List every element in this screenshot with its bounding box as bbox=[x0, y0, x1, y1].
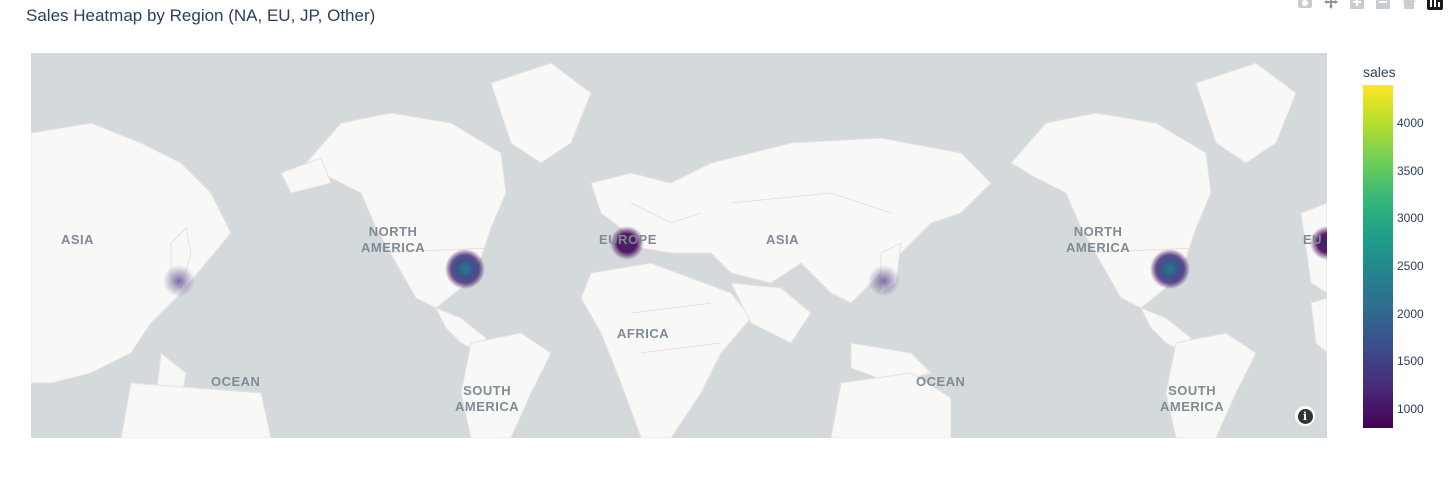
info-button[interactable]: i bbox=[1295, 406, 1315, 426]
zoom-in-icon[interactable] bbox=[1349, 0, 1365, 10]
camera-icon[interactable] bbox=[1297, 0, 1313, 10]
heat-point-na bbox=[445, 249, 485, 289]
map-label-asia-right: ASIA bbox=[766, 232, 800, 247]
colorbar-tick-label: 3500 bbox=[1397, 163, 1424, 178]
map-label-north-america-right: NORTH AMERICA bbox=[1066, 224, 1131, 255]
home-icon[interactable] bbox=[1401, 0, 1417, 10]
zoom-out-icon[interactable] bbox=[1375, 0, 1391, 10]
map-label-south-america-right: SOUTH AMERICA bbox=[1160, 383, 1225, 414]
pan-icon[interactable] bbox=[1323, 0, 1339, 10]
colorbar-tick-label: 2500 bbox=[1397, 259, 1424, 274]
heat-point-jp-repeat bbox=[868, 265, 900, 297]
map-label-europe-edge: EU bbox=[1303, 232, 1323, 247]
info-icon: i bbox=[1297, 408, 1313, 424]
colorbar-tick-label: 4000 bbox=[1397, 116, 1424, 131]
plotly-logo-icon[interactable] bbox=[1427, 0, 1443, 10]
map-label-ocean-right: OCEAN bbox=[916, 374, 964, 389]
map-label-asia-left: ASIA bbox=[61, 232, 95, 247]
colorbar bbox=[1363, 85, 1393, 428]
colorbar-tick-label: 1000 bbox=[1397, 401, 1424, 416]
heat-point-jp bbox=[163, 265, 195, 297]
map-label-south-america-left: SOUTH AMERICA bbox=[455, 383, 520, 414]
colorbar-tick-label: 2000 bbox=[1397, 306, 1424, 321]
colorbar-tick-label: 1500 bbox=[1397, 354, 1424, 369]
map-label-ocean-left: OCEAN bbox=[211, 374, 259, 389]
modebar bbox=[1297, 0, 1443, 10]
map-label-north-america-left: NORTH AMERICA bbox=[361, 224, 426, 255]
map-label-europe: EUROPE bbox=[599, 232, 657, 247]
chart-title: Sales Heatmap by Region (NA, EU, JP, Oth… bbox=[26, 6, 376, 25]
heat-point-na-repeat bbox=[1150, 249, 1190, 289]
colorbar-title: sales bbox=[1363, 64, 1396, 80]
map-label-africa: AFRICA bbox=[617, 326, 670, 341]
map-area[interactable]: ASIA NORTH AMERICA EUROPE ASIA NORTH AME… bbox=[31, 53, 1327, 438]
colorbar-tick-label: 3000 bbox=[1397, 211, 1424, 226]
